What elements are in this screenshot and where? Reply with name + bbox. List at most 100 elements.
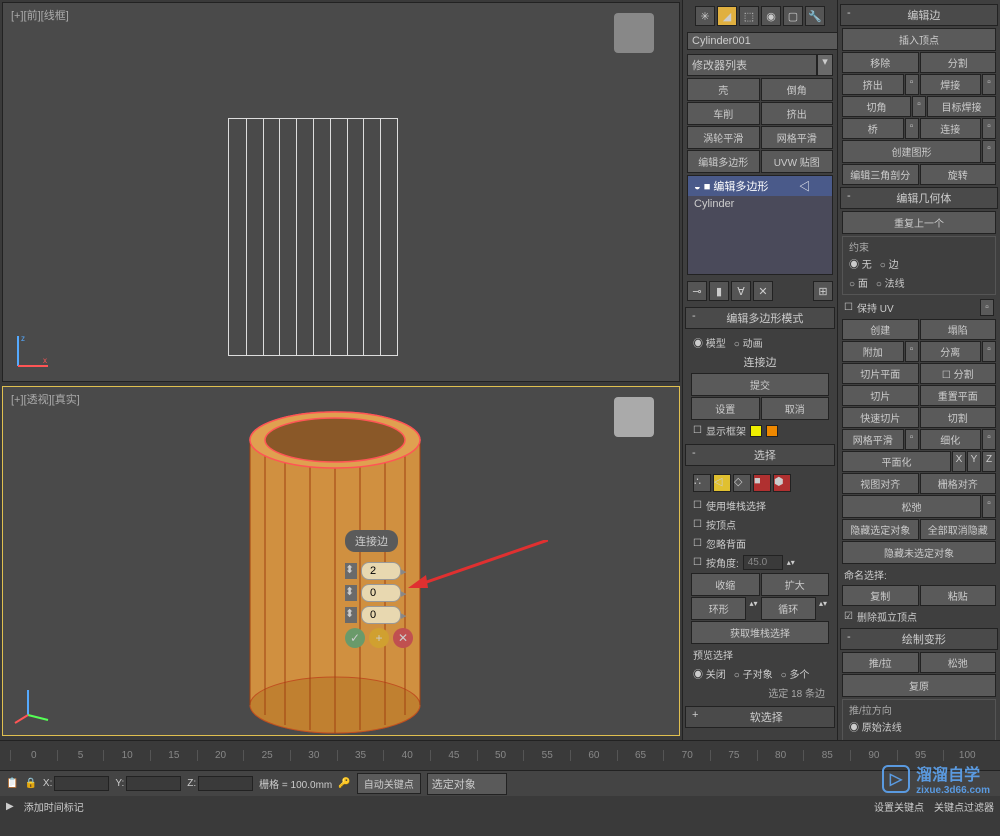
cancel-button[interactable]: 取消 [761, 397, 830, 420]
extrude-settings-icon[interactable]: ▫ [905, 74, 919, 95]
target-weld-button[interactable]: 目标焊接 [927, 96, 996, 117]
bridge-settings-icon[interactable]: ▫ [905, 118, 919, 139]
preserve-uv-settings-icon[interactable]: ▫ [980, 299, 994, 316]
quickslice-button[interactable]: 快速切片 [842, 407, 919, 428]
attach-settings-icon[interactable]: ▫ [905, 341, 919, 362]
viewport-label-front[interactable]: [+][前][线框] [11, 7, 69, 23]
create-button[interactable]: 创建 [842, 319, 919, 340]
loop-button[interactable]: 循环 [761, 597, 816, 620]
ignore-back-checkbox[interactable]: ☐ [693, 538, 702, 549]
by-angle-checkbox[interactable]: ☐ [693, 557, 702, 568]
modifier-list-dropdown[interactable]: 修改器列表 [687, 54, 817, 76]
constraint-face-radio[interactable]: ○ 面 [849, 275, 868, 290]
spinner-icon[interactable]: ⬍ [345, 607, 357, 623]
detach-button[interactable]: 分离 [920, 341, 982, 362]
selected-dropdown[interactable]: 选定对象 [427, 773, 507, 795]
pin-stack-icon[interactable]: ⊸ [687, 281, 707, 301]
collapse-button[interactable]: 塌陷 [920, 319, 997, 340]
shape-settings-icon[interactable]: ▫ [982, 140, 996, 163]
bevel-button[interactable]: 倒角 [761, 78, 834, 101]
edge-mode-icon[interactable]: ◁ [713, 474, 731, 492]
show-cage-checkbox[interactable]: ☐ [693, 425, 702, 436]
preview-sub-radio[interactable]: ○ 子对象 [734, 666, 773, 681]
rollout-soft-selection[interactable]: +软选择 [685, 706, 835, 728]
editpoly-button[interactable]: 编辑多边形 [687, 150, 760, 173]
grid-align-button[interactable]: 栅格对齐 [920, 473, 997, 494]
viewcube-icon[interactable] [614, 397, 654, 437]
x-input[interactable] [54, 776, 109, 791]
add-marker-label[interactable]: 添加时间标记 [24, 799, 84, 814]
display-tab-icon[interactable]: ▢ [783, 6, 803, 26]
detach-settings-icon[interactable]: ▫ [982, 341, 996, 362]
radio-model[interactable]: ◉ 模型 [693, 335, 726, 350]
use-stack-checkbox[interactable]: ☐ [693, 500, 702, 511]
slide-input[interactable] [361, 606, 401, 624]
viewport-perspective[interactable]: [+][透视][真实] [2, 386, 680, 736]
slice-button[interactable]: 切片 [842, 385, 919, 406]
split2-button[interactable]: ☐ 分割 [920, 363, 997, 384]
spinner-icon[interactable]: ⬍ [345, 585, 357, 601]
connect-button[interactable]: 连接 [920, 118, 982, 139]
edit-tri-button[interactable]: 编辑三角剖分 [842, 164, 919, 185]
rollout-paint-deform[interactable]: -绘制变形 [840, 628, 998, 650]
planar-y-button[interactable]: Y [967, 451, 981, 472]
settings-button[interactable]: 设置 [691, 397, 760, 420]
cage-color1[interactable] [750, 425, 762, 437]
split2-checkbox[interactable]: ☐ [942, 370, 951, 381]
stack-item-editpoly[interactable]: ◒ ■ 编辑多边形 ◁ [688, 176, 832, 196]
relax-paint-button[interactable]: 松弛 [920, 652, 997, 673]
revert-button[interactable]: 复原 [842, 674, 996, 697]
shell-button[interactable]: 壳 [687, 78, 760, 101]
segments-input[interactable] [361, 562, 401, 580]
cage-color2[interactable] [766, 425, 778, 437]
polygon-mode-icon[interactable]: ■ [753, 474, 771, 492]
motion-tab-icon[interactable]: ◉ [761, 6, 781, 26]
push-pull-button[interactable]: 推/拉 [842, 652, 919, 673]
constraint-normal-radio[interactable]: ○ 法线 [876, 275, 905, 290]
relax-button[interactable]: 松弛 [842, 495, 981, 518]
rollout-edit-edges[interactable]: -编辑边 [840, 4, 998, 26]
utilities-tab-icon[interactable]: 🔧 [805, 6, 825, 26]
planar-z-button[interactable]: Z [982, 451, 996, 472]
extrude-edge-button[interactable]: 挤出 [842, 74, 904, 95]
hide-sel-button[interactable]: 隐藏选定对象 [842, 519, 919, 540]
rollout-edit-geometry[interactable]: -编辑几何体 [840, 187, 998, 209]
key-icon[interactable]: 🔑 [338, 778, 350, 789]
unhide-all-button[interactable]: 全部取消隐藏 [920, 519, 997, 540]
chamfer-settings-icon[interactable]: ▫ [912, 96, 926, 117]
hierarchy-tab-icon[interactable]: ⬚ [739, 6, 759, 26]
rollout-edit-mode[interactable]: -编辑多边形模式 [685, 307, 835, 329]
dropdown-arrow-icon[interactable]: ▾ [817, 54, 833, 76]
configure-icon[interactable]: ⊞ [813, 281, 833, 301]
chamfer-button[interactable]: 切角 [842, 96, 911, 117]
bridge-button[interactable]: 桥 [842, 118, 904, 139]
tess-settings-icon[interactable]: ▫ [982, 429, 996, 450]
remove-mod-icon[interactable]: ✕ [753, 281, 773, 301]
attach-button[interactable]: 附加 [842, 341, 904, 362]
slice-plane-button[interactable]: 切片平面 [842, 363, 919, 384]
cancel-button[interactable]: ✕ [393, 628, 413, 648]
set-key-button[interactable]: 设置关键点 [874, 799, 924, 814]
radio-animate[interactable]: ○ 动画 [734, 335, 763, 350]
weld-button[interactable]: 焊接 [920, 74, 982, 95]
preview-multi-radio[interactable]: ○ 多个 [781, 666, 810, 681]
object-name-input[interactable] [687, 32, 839, 50]
stack-item-cylinder[interactable]: Cylinder [688, 196, 832, 212]
pinch-input[interactable] [361, 584, 401, 602]
vertex-mode-icon[interactable]: ∴ [693, 474, 711, 492]
msmooth-settings-icon[interactable]: ▫ [905, 429, 919, 450]
uvwmap-button[interactable]: UVW 贴图 [761, 150, 834, 173]
turbosmooth-button[interactable]: 涡轮平滑 [687, 126, 760, 149]
tessellate-button[interactable]: 细化 [920, 429, 982, 450]
ring-button[interactable]: 环形 [691, 597, 746, 620]
copy-button[interactable]: 复制 [842, 585, 919, 606]
hide-unsel-button[interactable]: 隐藏未选定对象 [842, 541, 996, 564]
apply-button[interactable]: + [369, 628, 389, 648]
relax-settings-icon[interactable]: ▫ [982, 495, 996, 518]
preserve-uv-checkbox[interactable]: ☐ [844, 302, 853, 313]
border-mode-icon[interactable]: ◇ [733, 474, 751, 492]
meshsmooth-button[interactable]: 网格平滑 [761, 126, 834, 149]
repeat-last-button[interactable]: 重复上一个 [842, 211, 996, 234]
paste-button[interactable]: 粘贴 [920, 585, 997, 606]
constraint-none-radio[interactable]: ◉ 无 [849, 256, 872, 271]
